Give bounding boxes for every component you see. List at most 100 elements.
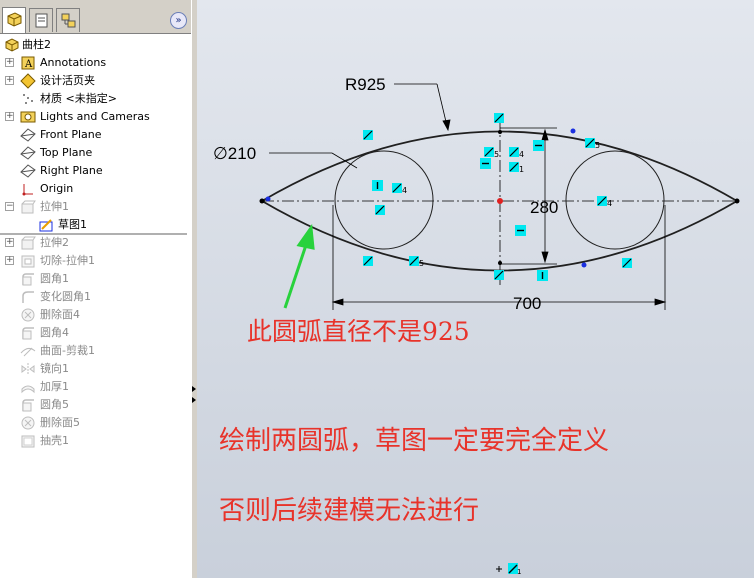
property-manager-icon — [35, 13, 48, 28]
part-icon — [5, 38, 19, 52]
relation-horizontal-icon[interactable] — [533, 140, 544, 151]
splitter-grip-icon[interactable] — [192, 384, 196, 406]
tree-item-label: 拉伸2 — [40, 236, 69, 249]
relation-number: 5 — [595, 141, 600, 150]
tree-item-label: 圆角1 — [40, 272, 69, 285]
relation-coincident-icon[interactable]: 4 — [597, 196, 612, 208]
design-binder-icon — [20, 73, 36, 89]
collapse-panel-button[interactable]: » — [170, 12, 187, 29]
relation-coincident-icon[interactable]: 4 — [392, 183, 407, 195]
tree-item-label: Right Plane — [40, 164, 103, 177]
plane-icon — [20, 164, 36, 178]
extrude-icon — [21, 200, 36, 214]
svg-text:A: A — [24, 59, 33, 70]
tree-item-label: 圆角4 — [40, 326, 69, 339]
fillet-icon — [22, 399, 34, 412]
relation-number: 4 — [519, 150, 524, 159]
sketch-relations: 5 4 1 4 4 5 5 — [363, 113, 632, 281]
expand-icon[interactable]: + — [5, 112, 14, 121]
left-circle[interactable] — [334, 150, 434, 250]
delete-face-icon — [21, 416, 35, 430]
relation-tangent-icon[interactable] — [494, 270, 504, 280]
height-dimension[interactable]: 280 — [530, 198, 558, 217]
relation-vertical-icon[interactable] — [372, 180, 383, 191]
tab-feature-manager[interactable] — [2, 7, 26, 33]
green-arrow — [283, 223, 315, 309]
expand-icon[interactable]: + — [5, 256, 14, 265]
radius-dimension[interactable]: R925 — [345, 75, 386, 94]
relation-coincident-icon[interactable]: 5 — [409, 256, 424, 268]
plane-icon — [20, 128, 36, 142]
tree-item-label: 删除面4 — [40, 308, 80, 321]
cut-extrude-icon — [21, 255, 35, 268]
instruction-line-2: 否则后续建模无法进行 — [219, 496, 480, 526]
tree-item-label: 圆角5 — [40, 398, 69, 411]
extrude-icon — [21, 236, 36, 250]
relation-number: 4 — [607, 199, 612, 208]
fillet-icon — [22, 273, 34, 286]
tree-item-label: Front Plane — [40, 128, 102, 141]
relation-tangent-icon[interactable] — [622, 258, 632, 268]
tab-configuration-manager[interactable] — [56, 8, 80, 32]
relation-number: 4 — [402, 186, 407, 195]
tab-property-manager[interactable] — [29, 8, 53, 32]
material-icon — [23, 94, 33, 104]
annotations-icon: A — [21, 56, 35, 70]
mirror-icon — [21, 363, 35, 375]
panel-tabs: » — [0, 0, 191, 34]
relation-vertical-icon[interactable] — [537, 270, 548, 281]
width-dimension[interactable]: 700 — [513, 294, 541, 313]
shell-icon — [21, 435, 35, 448]
sketch-icon — [39, 219, 53, 232]
fillet-icon — [22, 327, 34, 340]
tree-root-label: 曲柱2 — [22, 38, 51, 51]
tree-item-label: 拉伸1 — [40, 200, 69, 213]
feature-manager-panel: » 曲柱2 + A Annotations + 设计活页夹材质 <未指定> + Lights… — [0, 0, 192, 578]
tree-item-label: Lights and Cameras — [40, 110, 150, 123]
relation-fix-icon[interactable]: 1 — [509, 162, 524, 174]
collapse-icon[interactable]: − — [5, 202, 14, 211]
tree-item-label: 变化圆角1 — [40, 290, 91, 303]
upper-arc[interactable] — [261, 130, 738, 202]
relation-tangent-icon[interactable] — [363, 130, 373, 140]
cursor-icon: 1 — [496, 563, 521, 576]
instruction-line-1: 绘制两圆弧，草图一定要完全定义 — [219, 426, 610, 456]
relation-number: 5 — [419, 259, 424, 268]
relation-horizontal-icon[interactable] — [480, 158, 491, 169]
expand-icon[interactable]: + — [5, 58, 14, 67]
tree-item-label: 抽壳1 — [40, 434, 69, 447]
tree-item-label: 加厚1 — [40, 380, 69, 393]
tree-item-label: 镜向1 — [40, 362, 69, 375]
relation-horizontal-icon[interactable] — [515, 225, 526, 236]
relation-number: 1 — [519, 165, 524, 174]
relation-coincident-icon[interactable]: 5 — [484, 147, 499, 159]
origin-icon — [22, 184, 33, 196]
relation-tangent-icon[interactable] — [494, 113, 504, 123]
cursor-relation-number: 1 — [517, 568, 521, 576]
expand-icon[interactable]: + — [5, 76, 14, 85]
expand-icon[interactable]: + — [5, 238, 14, 247]
tree-item-label: Origin — [40, 182, 74, 195]
delete-face-icon — [21, 308, 35, 322]
feature-tree-icon — [7, 12, 22, 27]
graphics-area[interactable]: 5 4 1 4 4 5 5 R925 ∅210 280 700 此圆弧直径不是925 绘制两… — [197, 0, 754, 578]
arc-note: 此圆弧直径不是925 — [247, 317, 470, 346]
variable-fillet-icon — [22, 291, 34, 303]
diameter-dimension[interactable]: ∅210 — [213, 144, 256, 163]
tree-item-label: 草图1 — [58, 218, 87, 231]
lights-cameras-icon — [20, 111, 36, 123]
relation-number: 5 — [494, 150, 499, 159]
plane-icon — [20, 146, 36, 160]
tree-item-label: Top Plane — [40, 146, 93, 159]
thicken-icon — [21, 385, 35, 394]
tree-item-label: 材质 <未指定> — [40, 92, 117, 105]
tree-item-label: 设计活页夹 — [40, 74, 95, 87]
configuration-manager-icon — [61, 13, 76, 28]
relation-coincident-icon[interactable]: 5 — [585, 138, 600, 150]
relation-coincident-icon[interactable]: 4 — [509, 147, 524, 159]
relation-tangent-icon[interactable] — [375, 205, 385, 215]
relation-tangent-icon[interactable] — [363, 256, 373, 266]
sketch-points — [259, 128, 740, 268]
tree-item-label: Annotations — [40, 56, 107, 69]
right-circle[interactable] — [565, 150, 665, 250]
